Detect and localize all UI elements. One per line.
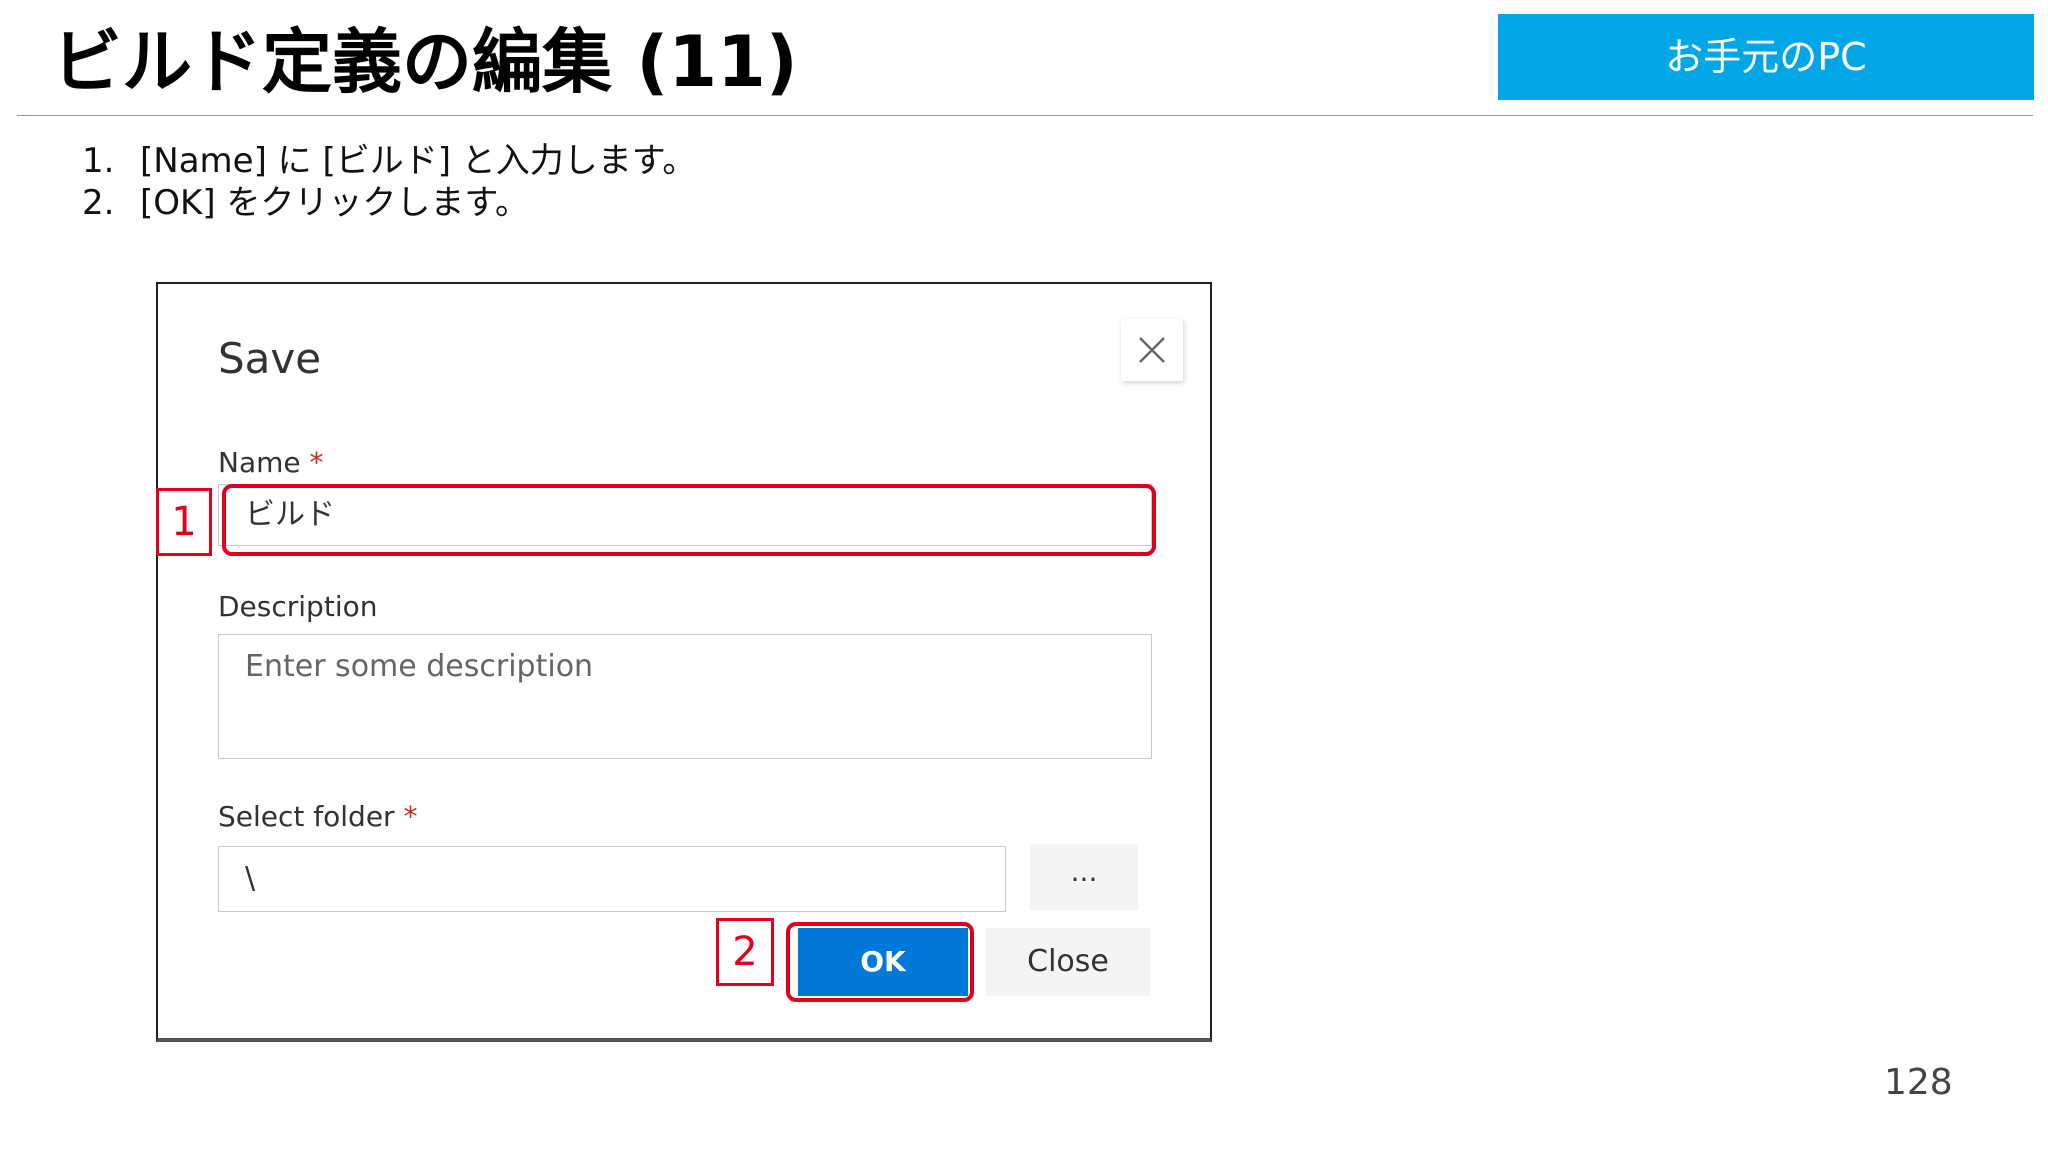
description-input[interactable]: Enter some description <box>218 634 1152 759</box>
instruction-list: 1. [Name] に [ビルド] と入力します。 2. [OK] をクリックします… <box>82 140 696 224</box>
instruction-item: 2. [OK] をクリックします。 <box>82 182 696 224</box>
save-dialog-screenshot: Save Name * ビルド Description Enter some d… <box>156 282 1212 1042</box>
name-label: Name * <box>218 446 324 479</box>
required-mark: * <box>403 800 418 833</box>
step-text: [Name] に [ビルド] と入力します。 <box>140 141 697 181</box>
audience-badge: お手元のPC <box>1498 14 2034 100</box>
description-label: Description <box>218 590 378 623</box>
title-divider <box>17 115 2033 116</box>
required-mark: * <box>309 446 324 479</box>
page-number: 128 <box>1884 1062 1953 1103</box>
ok-highlight <box>786 922 974 1002</box>
instruction-item: 1. [Name] に [ビルド] と入力します。 <box>82 140 696 182</box>
slide-title: ビルド定義の編集 (11) <box>52 21 798 103</box>
dialog-close-button[interactable] <box>1121 319 1183 381</box>
name-highlight <box>222 484 1156 556</box>
callout-1: 1 <box>156 488 212 556</box>
callout-2: 2 <box>716 918 774 986</box>
close-button[interactable]: Close <box>986 928 1150 996</box>
step-number: 2. <box>82 183 115 223</box>
dialog-title: Save <box>218 334 322 383</box>
browse-folder-button[interactable]: ... <box>1030 844 1138 910</box>
step-number: 1. <box>82 141 115 181</box>
close-icon <box>1139 337 1165 363</box>
folder-input[interactable]: \ <box>218 846 1006 912</box>
step-text: [OK] をクリックします。 <box>140 183 529 223</box>
folder-label: Select folder * <box>218 800 418 833</box>
